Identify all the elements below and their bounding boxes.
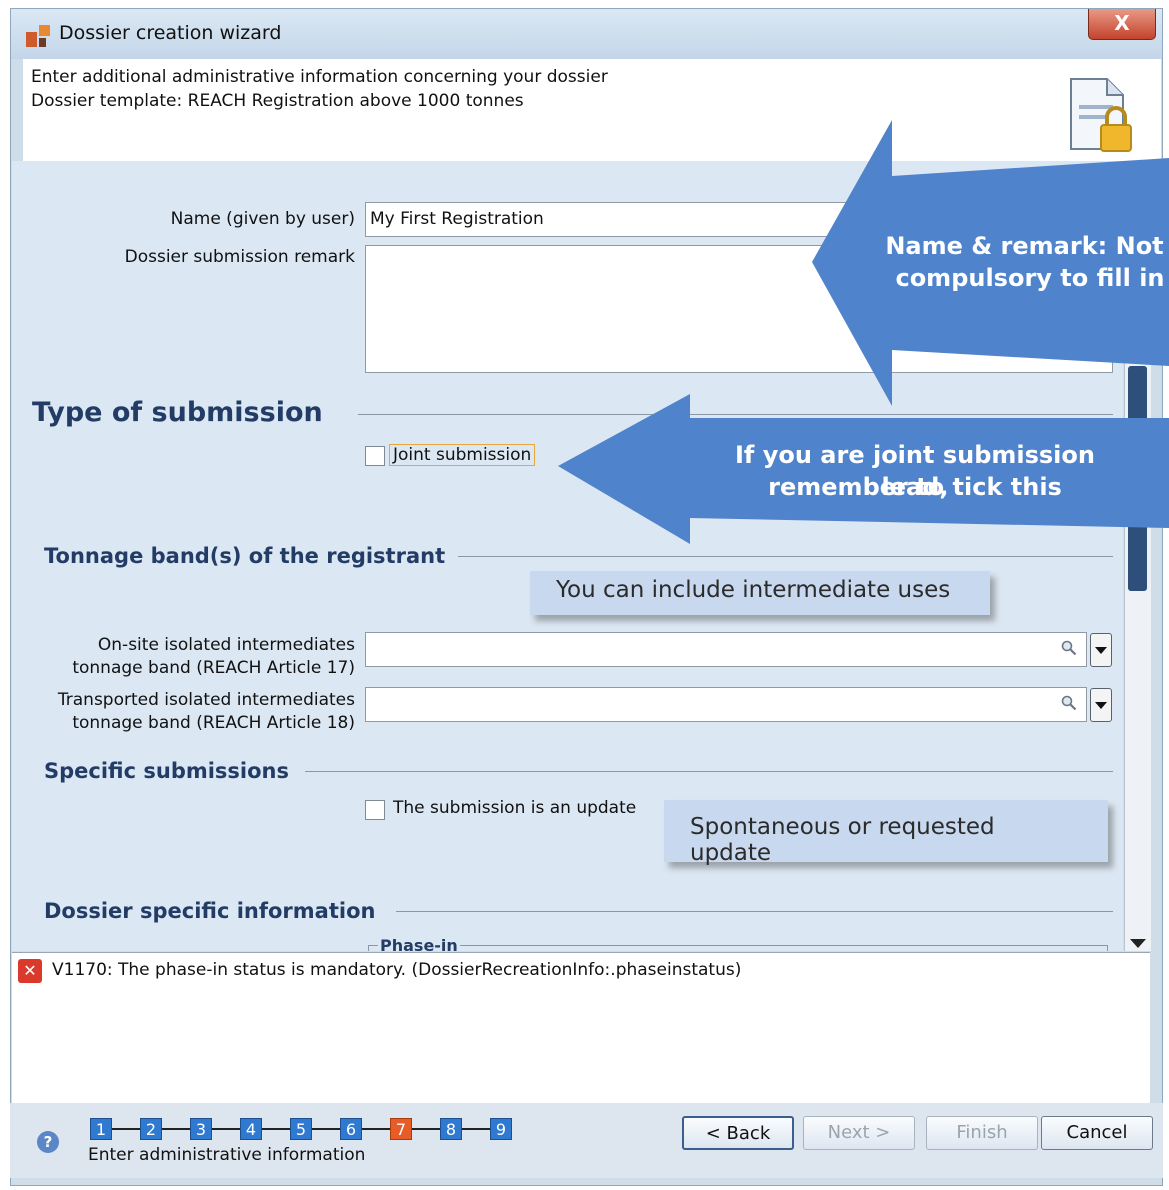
document-lock-icon	[1070, 78, 1132, 152]
name-remark-annotation-line2: compulsory to fill in	[895, 264, 1165, 292]
phase-in-group	[368, 945, 1108, 951]
remark-label: Dossier submission remark	[124, 247, 355, 267]
step-6[interactable]: 6	[340, 1118, 362, 1140]
joint-submission-checkbox[interactable]	[365, 446, 385, 466]
phase-in-label: Phase-in	[378, 936, 460, 951]
header-description: Enter additional administrative informat…	[31, 67, 608, 87]
update-checkbox[interactable]	[365, 800, 385, 820]
dossier-specific-separator	[396, 911, 1113, 912]
tonnage-separator	[458, 556, 1113, 557]
type-of-submission-heading: Type of submission	[32, 397, 323, 428]
onsite-tonnage-combo[interactable]	[365, 632, 1087, 667]
step-connector	[162, 1128, 190, 1130]
step-1[interactable]: 1	[90, 1118, 112, 1140]
scrollbar-thumb[interactable]	[1128, 366, 1147, 591]
back-button[interactable]: < Back	[682, 1116, 794, 1150]
transported-dropdown-button[interactable]	[1090, 688, 1112, 722]
specific-submissions-heading: Specific submissions	[44, 759, 290, 783]
window-title: Dossier creation wizard	[59, 22, 282, 44]
step-4[interactable]: 4	[240, 1118, 262, 1140]
intermediate-uses-callout: You can include intermediate uses	[530, 571, 990, 615]
step-indicator: 1 2 3 4 5 6 7 8 9	[90, 1117, 512, 1141]
transported-label-2: tonnage band (REACH Article 18)	[72, 713, 355, 733]
tonnage-heading: Tonnage band(s) of the registrant	[44, 544, 446, 568]
joint-annotation-line2: remember to tick this	[768, 473, 1062, 501]
close-button[interactable]: X	[1088, 9, 1156, 40]
step-3[interactable]: 3	[190, 1118, 212, 1140]
onsite-label-2: tonnage band (REACH Article 17)	[72, 658, 355, 678]
cancel-button[interactable]: Cancel	[1041, 1116, 1153, 1150]
specific-separator	[305, 771, 1113, 772]
name-remark-annotation-line1: Name & remark: Not	[885, 232, 1164, 260]
search-icon[interactable]	[1061, 640, 1077, 656]
step-connector	[362, 1128, 390, 1130]
step-8[interactable]: 8	[440, 1118, 462, 1140]
scroll-down-arrow-icon[interactable]	[1130, 939, 1146, 948]
dossier-specific-heading: Dossier specific information	[44, 899, 376, 923]
step-2[interactable]: 2	[140, 1118, 162, 1140]
error-icon: ✕	[18, 959, 42, 983]
next-button[interactable]: Next >	[803, 1116, 915, 1150]
validation-panel: ✕ V1170: The phase-in status is mandator…	[12, 952, 1150, 1104]
step-connector	[262, 1128, 290, 1130]
name-label: Name (given by user)	[170, 209, 355, 229]
app-logo-icon	[26, 25, 50, 47]
step-connector	[212, 1128, 240, 1130]
onsite-dropdown-button[interactable]	[1090, 633, 1112, 667]
title-bar: Dossier creation wizard X	[11, 9, 1162, 59]
step-connector	[412, 1128, 440, 1130]
onsite-label-1: On-site isolated intermediates	[97, 635, 355, 655]
transported-label-1: Transported isolated intermediates	[57, 690, 355, 710]
transported-tonnage-combo[interactable]	[365, 687, 1087, 722]
step-connector	[112, 1128, 140, 1130]
search-icon[interactable]	[1061, 695, 1077, 711]
header-template: Dossier template: REACH Registration abo…	[31, 91, 524, 111]
finish-button[interactable]: Finish	[926, 1116, 1038, 1150]
update-label[interactable]: The submission is an update	[393, 798, 636, 818]
wizard-header: Enter additional administrative informat…	[23, 59, 1161, 170]
validation-message[interactable]: V1170: The phase-in status is mandatory.…	[52, 960, 741, 980]
step-9[interactable]: 9	[490, 1118, 512, 1140]
wizard-footer: ? 1 2 3 4 5 6 7 8 9 Enter administrative…	[10, 1103, 1163, 1178]
update-callout: Spontaneous or requested update	[664, 800, 1108, 866]
type-separator	[358, 414, 1113, 415]
step-connector	[312, 1128, 340, 1130]
step-5[interactable]: 5	[290, 1118, 312, 1140]
joint-submission-label[interactable]: Joint submission	[389, 444, 536, 466]
step-connector	[462, 1128, 490, 1130]
help-icon[interactable]: ?	[37, 1131, 59, 1153]
step-caption: Enter administrative information	[88, 1145, 366, 1165]
step-7-current[interactable]: 7	[390, 1118, 412, 1140]
